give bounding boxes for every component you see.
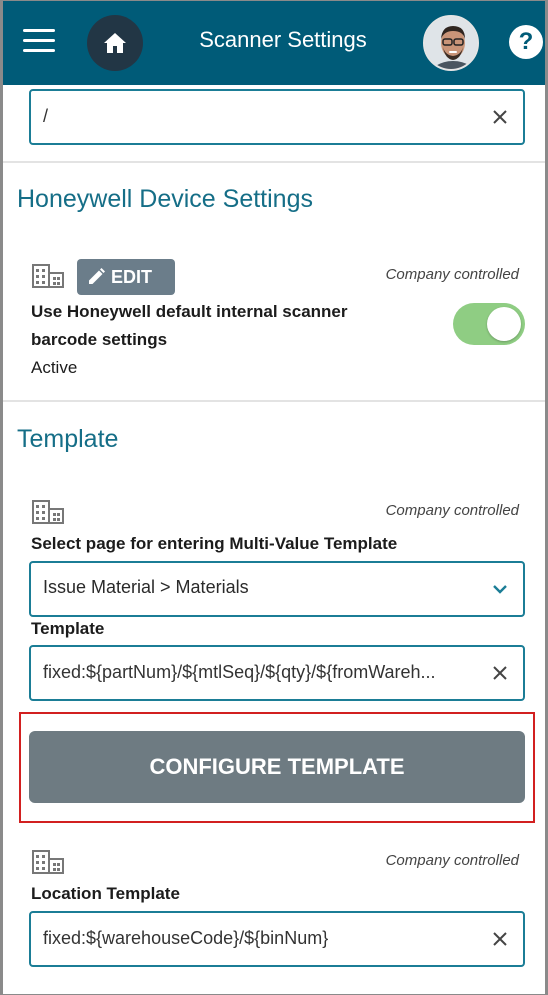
location-template-input[interactable]: fixed:${warehouseCode}/${binNum}	[29, 911, 525, 967]
company-controlled-label: Company controlled	[385, 266, 519, 283]
page-select-value: Issue Material > Materials	[43, 577, 249, 597]
help-icon[interactable]: ?	[509, 25, 543, 59]
separator-field[interactable]: /	[29, 89, 525, 145]
page-title: Scanner Settings	[199, 27, 367, 52]
menu-icon[interactable]	[23, 29, 55, 53]
location-template-label: Location Template	[31, 884, 180, 903]
building-icon	[31, 499, 65, 525]
app-bar: Scanner Settings ?	[3, 1, 545, 85]
honeywell-heading: Honeywell Device Settings	[17, 185, 313, 213]
home-button[interactable]	[87, 15, 143, 71]
pencil-icon	[89, 268, 105, 284]
divider	[3, 400, 545, 402]
toggle-knob	[487, 307, 521, 341]
select-page-label: Select page for entering Multi-Value Tem…	[31, 534, 398, 553]
template-value: fixed:${partNum}/${mtlSeq}/${qty}/${from…	[43, 662, 436, 682]
status-text: Active	[31, 358, 78, 377]
template-input[interactable]: fixed:${partNum}/${mtlSeq}/${qty}/${from…	[29, 645, 525, 701]
location-template-value: fixed:${warehouseCode}/${binNum}	[43, 928, 329, 948]
template-label: Template	[31, 619, 105, 638]
honeywell-setting-label: Use Honeywell default internal scanner b…	[31, 302, 348, 349]
separator-value: /	[43, 106, 49, 126]
configure-template-button[interactable]: CONFIGURE TEMPLATE	[29, 731, 525, 803]
home-icon	[104, 33, 126, 53]
company-controlled-label: Company controlled	[385, 852, 519, 869]
clear-icon[interactable]	[487, 104, 513, 130]
honeywell-default-toggle[interactable]	[453, 303, 525, 345]
avatar[interactable]	[423, 15, 479, 71]
app-frame: Scanner Settings ? / Honeywell Device Se…	[0, 0, 548, 995]
company-controlled-label: Company controlled	[385, 502, 519, 519]
building-icon	[31, 849, 65, 875]
edit-button-label: EDIT	[111, 266, 153, 287]
building-icon	[31, 263, 65, 289]
page-select[interactable]: Issue Material > Materials	[29, 561, 525, 617]
template-heading: Template	[17, 425, 119, 453]
clear-icon[interactable]	[487, 926, 513, 952]
clear-icon[interactable]	[487, 660, 513, 686]
edit-button[interactable]: EDIT	[77, 259, 175, 295]
divider	[3, 161, 545, 163]
chevron-down-icon[interactable]	[487, 576, 513, 602]
